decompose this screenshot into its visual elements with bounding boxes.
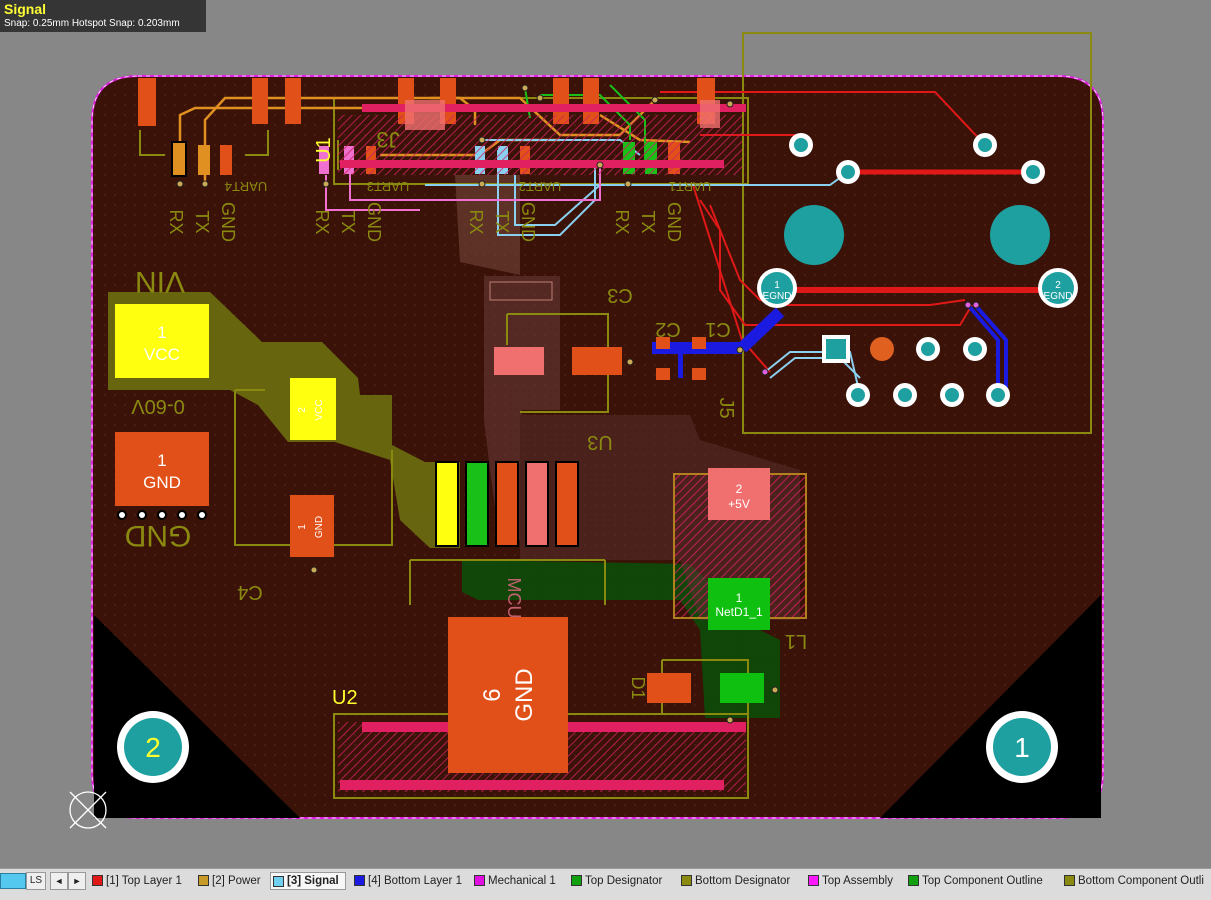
- egnd-pad-1-net: EGND: [763, 291, 792, 302]
- swatch-icon: [198, 875, 209, 886]
- designator-c3: C3: [607, 284, 633, 306]
- silk-rx-4: RX: [612, 209, 632, 234]
- tab-top-assembly[interactable]: Top Assembly: [806, 872, 899, 890]
- silk-gnd-2: GND: [364, 202, 384, 242]
- designator-l1: L1: [785, 630, 807, 652]
- silk-rx-2: RX: [312, 209, 332, 234]
- swatch-icon: [571, 875, 582, 886]
- silk-gnd: GND: [125, 519, 192, 552]
- silk-gnd-3: GND: [518, 202, 538, 242]
- mounting-hole-1-label: 1: [1014, 732, 1030, 763]
- u3-pads: [435, 461, 579, 547]
- designator-d1: D1: [628, 676, 648, 699]
- vcc-pad-2-net: VCC: [314, 399, 325, 420]
- silk-0-60v: 0-60V: [131, 395, 185, 417]
- swatch-icon: [354, 875, 365, 886]
- swatch-icon: [681, 875, 692, 886]
- pcb-canvas[interactable]: 1 VCC 2 VCC 1 GND 1 GND 2 +5V 1 NetD1_1: [0, 0, 1211, 868]
- silk-uart1: UART1: [669, 179, 711, 194]
- snap-info: Snap: 0.25mm Hotspot Snap: 0.203mm: [4, 18, 180, 29]
- designator-c1: C1: [705, 318, 731, 340]
- mcu-pad-net: GND: [511, 668, 538, 721]
- tab-top-designator[interactable]: Top Designator: [569, 872, 668, 890]
- tab-top-layer-1[interactable]: [1] Top Layer 1: [90, 872, 188, 890]
- swatch-icon: [808, 875, 819, 886]
- tab-signal[interactable]: [3] Signal: [270, 872, 346, 890]
- silk-gnd-4: GND: [664, 202, 684, 242]
- mcu-pad-num: 6: [479, 688, 506, 701]
- swatch-icon: [474, 875, 485, 886]
- swatch-icon: [92, 875, 103, 886]
- tab-power[interactable]: [2] Power: [196, 872, 267, 890]
- silk-tx-4: TX: [638, 210, 658, 233]
- current-layer-title: Signal: [4, 1, 47, 17]
- plus5v-pad-num: 2: [736, 482, 743, 496]
- plus5v-pad-net: +5V: [728, 497, 750, 511]
- designator-mcu: MCU: [504, 578, 524, 619]
- gnd-pad-2-num: 1: [297, 524, 308, 530]
- heads-up-display: Signal Snap: 0.25mm Hotspot Snap: 0.203m…: [0, 0, 206, 32]
- prev-layer-icon[interactable]: ◄: [50, 872, 68, 890]
- d1-pad-2: [720, 673, 764, 703]
- netd1-pad-num: 1: [736, 591, 743, 605]
- gnd-pad-2-net: GND: [314, 516, 325, 538]
- designator-u1: U1: [313, 137, 335, 163]
- silk-uart4: UART4: [225, 179, 267, 194]
- d1-pad-1: [647, 673, 691, 703]
- designator-u3: U3: [587, 431, 613, 453]
- silk-gnd-1: GND: [218, 202, 238, 242]
- silk-tx-3: TX: [492, 210, 512, 233]
- tab-bottom-component-outline[interactable]: Bottom Component Outli: [1062, 872, 1210, 890]
- tab-top-component-outline[interactable]: Top Component Outline: [906, 872, 1049, 890]
- egnd-pad-1-num: 1: [774, 280, 780, 291]
- current-layer-swatch[interactable]: [0, 873, 26, 889]
- gnd-pad-1-net: GND: [143, 473, 181, 492]
- tab-bottom-designator[interactable]: Bottom Designator: [679, 872, 796, 890]
- tab-mechanical-1[interactable]: Mechanical 1: [472, 872, 562, 890]
- designator-c4: C4: [237, 581, 263, 603]
- silk-tx-1: TX: [192, 210, 212, 233]
- next-layer-icon[interactable]: ►: [68, 872, 86, 890]
- egnd-pad-2-num: 2: [1055, 280, 1061, 291]
- vcc-pad-1-num: 1: [157, 323, 166, 342]
- netd1-pad-net: NetD1_1: [715, 605, 763, 619]
- layer-tab-bar: LS ◄ ► [1] Top Layer 1 [2] Power [3] Sig…: [0, 868, 1211, 900]
- mcu-gnd-pad: [448, 617, 568, 773]
- swatch-icon: [1064, 875, 1075, 886]
- c3-pad-2: [572, 347, 622, 375]
- designator-j5: J5: [715, 397, 737, 418]
- mounting-hole-2-label: 2: [145, 732, 161, 763]
- silk-uart3: UART3: [367, 179, 409, 194]
- designator-u2: U2: [332, 687, 358, 709]
- designator-j3: J3: [376, 127, 399, 152]
- c3-pad-1: [494, 347, 544, 375]
- silk-rx-1: RX: [166, 209, 186, 234]
- silk-rx-3: RX: [466, 209, 486, 234]
- tab-bottom-layer-1[interactable]: [4] Bottom Layer 1: [352, 872, 468, 890]
- silk-tx-2: TX: [338, 210, 358, 233]
- layer-set-button[interactable]: LS: [26, 872, 46, 890]
- silk-uart2: UART2: [519, 179, 561, 194]
- designator-c2: C2: [655, 318, 681, 340]
- silk-vin: VIN: [135, 265, 185, 298]
- swatch-icon: [908, 875, 919, 886]
- gnd-pad-1-num: 1: [157, 451, 166, 470]
- vcc-pad-1-net: VCC: [144, 345, 180, 364]
- vcc-pad-2-num: 2: [297, 407, 308, 413]
- egnd-pad-2-net: EGND: [1044, 291, 1073, 302]
- swatch-icon: [273, 876, 284, 887]
